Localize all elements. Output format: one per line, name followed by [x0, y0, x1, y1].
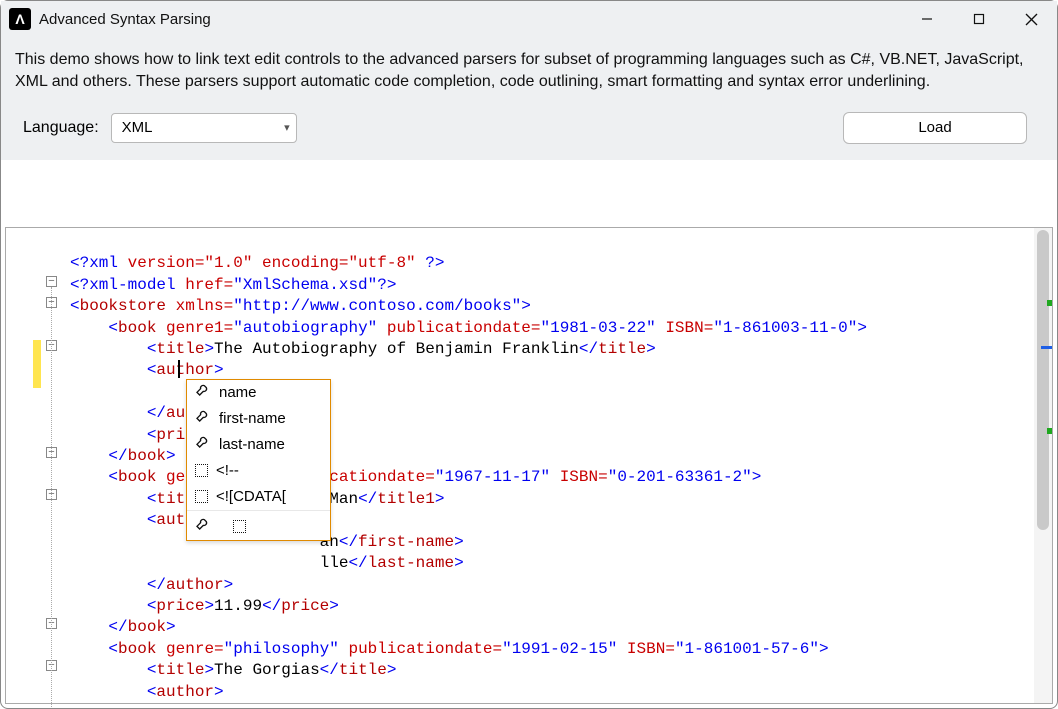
toolbar: Language: XML ▾ Load — [1, 112, 1057, 160]
autocomplete-item[interactable] — [187, 510, 330, 540]
autocomplete-item[interactable]: <!-- — [187, 458, 330, 484]
wrench-icon — [195, 381, 211, 403]
fold-toggle[interactable]: − — [46, 276, 57, 287]
wrench-icon — [195, 515, 211, 537]
autocomplete-item-label: name — [219, 382, 257, 403]
code-text[interactable]: <?xml version="1.0" encoding="utf-8" ?> … — [64, 228, 1034, 703]
snippet-box-icon — [233, 520, 246, 533]
autocomplete-item[interactable]: <![CDATA[ — [187, 484, 330, 510]
load-button-label: Load — [918, 119, 951, 136]
autocomplete-item[interactable]: name — [187, 380, 330, 406]
chevron-down-icon: ▾ — [284, 121, 290, 134]
autocomplete-item-label: <![CDATA[ — [216, 486, 286, 507]
scroll-marker — [1047, 428, 1052, 434]
minimize-button[interactable] — [901, 1, 953, 37]
autocomplete-item-label: last-name — [219, 434, 285, 455]
wrench-icon — [195, 433, 211, 455]
app-icon: Λ — [9, 8, 31, 30]
language-label: Language: — [23, 119, 99, 137]
close-button[interactable] — [1005, 1, 1057, 37]
title-bar: Λ Advanced Syntax Parsing — [1, 1, 1057, 37]
autocomplete-item[interactable]: last-name — [187, 432, 330, 458]
wrench-icon — [195, 407, 211, 429]
text-caret — [178, 360, 180, 378]
window-controls — [901, 1, 1057, 37]
maximize-button[interactable] — [953, 1, 1005, 37]
snippet-box-icon — [195, 464, 208, 477]
autocomplete-item-label: first-name — [219, 408, 286, 429]
snippet-box-icon — [195, 490, 208, 503]
description-text: This demo shows how to link text edit co… — [1, 37, 1057, 112]
vertical-scrollbar[interactable] — [1034, 228, 1052, 703]
language-dropdown[interactable]: XML ▾ — [111, 113, 297, 143]
minimize-icon — [921, 13, 933, 25]
autocomplete-item[interactable]: first-name — [187, 406, 330, 432]
editor-gutter[interactable]: − − − − − − − — [6, 228, 64, 703]
autocomplete-item-label: <!-- — [216, 460, 239, 481]
language-value: XML — [122, 119, 153, 136]
code-editor[interactable]: − − − − − − − <?xml version="1.0" encodi… — [5, 227, 1053, 704]
scroll-marker — [1047, 300, 1052, 306]
window-title: Advanced Syntax Parsing — [39, 11, 211, 28]
fold-line — [51, 287, 52, 707]
scroll-thumb[interactable] — [1037, 230, 1049, 530]
maximize-icon — [973, 13, 985, 25]
load-button[interactable]: Load — [843, 112, 1027, 144]
change-marker — [33, 340, 41, 388]
scroll-marker — [1041, 346, 1052, 349]
autocomplete-popup[interactable]: name first-name last-name <!-- <![CDATA[ — [186, 379, 331, 541]
close-icon — [1025, 13, 1038, 26]
